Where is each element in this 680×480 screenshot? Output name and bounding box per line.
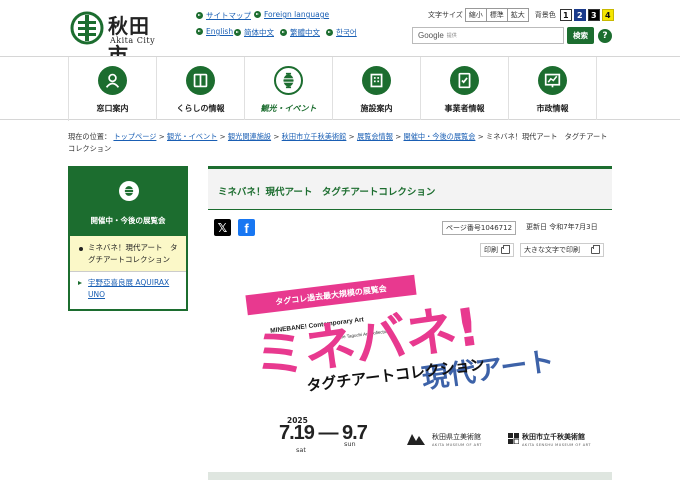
content-bottom-bar: [208, 472, 612, 480]
nav-label: くらしの情報: [176, 104, 225, 113]
breadcrumb-separator: >: [346, 132, 357, 141]
bg-color-3-button[interactable]: 3: [587, 9, 600, 21]
breadcrumb-separator: >: [217, 132, 228, 141]
akita-museum-logo-icon: [407, 434, 425, 445]
akita-city-logo[interactable]: 秋田市 Akita City: [70, 10, 170, 67]
nav-item-living[interactable]: くらしの情報: [157, 57, 245, 120]
lantern-icon: [119, 181, 139, 201]
lantern-icon: [274, 66, 303, 95]
museum2-name: 秋田市立千秋美術館: [522, 433, 585, 441]
font-size-standard-button[interactable]: 標準: [485, 8, 508, 22]
page-title-box: ミネバネ！現代アート タグチアートコレクション: [208, 166, 612, 210]
nav-label: 施設案内: [360, 104, 393, 113]
logo-subtitle: Akita City: [110, 36, 156, 45]
breadcrumb-link-exhibitions[interactable]: 展覧会情報: [357, 132, 393, 141]
nav-label: 観光・イベント: [260, 104, 317, 113]
breadcrumb-separator: >: [392, 132, 404, 141]
traditional-chinese-label: 繁體中文: [290, 28, 320, 37]
font-size-large-button[interactable]: 拡大: [506, 8, 529, 22]
breadcrumb-link-tourism[interactable]: 観光・イベント: [167, 132, 217, 141]
provided-label: 提供: [446, 33, 457, 39]
city-emblem-icon: [70, 11, 104, 45]
page-number: ページ番号1046712: [442, 221, 517, 235]
nav-item-facilities[interactable]: 施設案内: [333, 57, 421, 120]
help-icon[interactable]: ?: [598, 29, 612, 43]
nav-item-business[interactable]: 事業者情報: [421, 57, 509, 120]
sidebar-title: 開催中・今後の展覧会: [90, 216, 166, 225]
arrow-icon: [254, 11, 261, 18]
arrow-icon: [234, 29, 241, 36]
print-large-button[interactable]: 大きな文字で印刷: [520, 243, 604, 257]
foreign-language-link[interactable]: Foreign language: [254, 10, 329, 19]
simplified-chinese-label: 简体中文: [244, 28, 274, 37]
nav-item-counter[interactable]: 窓口案内: [69, 57, 157, 120]
breadcrumb-prefix: 現在の位置：: [68, 132, 112, 141]
page-title: ミネバネ！現代アート タグチアートコレクション: [218, 187, 436, 198]
print-button[interactable]: 印刷: [480, 243, 514, 257]
exhibition-poster: タグコレ過去最大規模の展覧会 MINEBANE! Contemporary Ar…: [216, 272, 616, 468]
building-icon: [362, 66, 391, 95]
breadcrumb-separator: >: [475, 132, 486, 141]
museum1-name: 秋田県立美術館: [432, 433, 481, 441]
breadcrumb-separator: >: [156, 132, 168, 141]
sidebar-item-current: ミネバネ！現代アート タグチアートコレクション: [70, 236, 186, 272]
sidebar: 開催中・今後の展覧会 ミネバネ！現代アート タグチアートコレクション 宇野亞喜良…: [68, 166, 188, 311]
printer-icon: [501, 245, 510, 254]
breadcrumb-link-museum[interactable]: 秋田市立千秋美術館: [282, 132, 347, 141]
english-label: English: [206, 27, 234, 36]
museum1-en-name: AKITA MUSEUM OF ART: [432, 443, 482, 447]
nav-label: 市政情報: [536, 104, 569, 113]
updated-date: 更新日 令和7年7月3日: [526, 223, 598, 231]
x-share-icon[interactable]: 𝕏: [214, 219, 231, 236]
arrow-icon: [196, 28, 203, 35]
person-icon: [98, 66, 127, 95]
museum2-en-name: AKITA SENSHU MUSEUM OF ART: [522, 443, 591, 447]
sidebar-header: 開催中・今後の展覧会: [70, 168, 186, 236]
poster-end-day: sun: [344, 440, 356, 448]
breadcrumb-separator: >: [271, 132, 282, 141]
breadcrumb-link-facilities[interactable]: 観光関連施設: [228, 132, 271, 141]
google-label: Google: [418, 31, 444, 40]
breadcrumb: 現在の位置： トップページ > 観光・イベント > 観光関連施設 > 秋田市立千…: [68, 131, 612, 155]
bg-color-1-button[interactable]: 1: [559, 9, 572, 21]
search-input[interactable]: Google 提供: [412, 27, 564, 44]
nav-item-tourism[interactable]: 観光・イベント: [245, 57, 333, 120]
nav-label: 窓口案内: [96, 104, 129, 113]
background-color-label: 背景色: [534, 11, 556, 19]
font-size-label: 文字サイズ: [428, 11, 463, 19]
global-nav: 窓口案内 くらしの情報 観光・イベント 施設案内 事業者情報 市政情報: [0, 56, 680, 121]
traditional-chinese-link[interactable]: 繁體中文: [280, 27, 320, 38]
chart-icon: [538, 66, 567, 95]
search-button[interactable]: 検索: [567, 27, 594, 44]
bg-color-2-button[interactable]: 2: [573, 9, 586, 21]
sidebar-item-uno[interactable]: 宇野亞喜良展 AQUIRAX UNO: [70, 272, 186, 309]
header-links: サイトマップ Foreign language English 简体中文 繁體中…: [196, 10, 396, 42]
print-label: 印刷: [484, 246, 498, 254]
breadcrumb-link-current-upcoming[interactable]: 開催中・今後の展覧会: [404, 132, 476, 141]
korean-link[interactable]: 한국어: [326, 27, 357, 38]
facebook-share-icon[interactable]: f: [238, 219, 255, 236]
nav-item-administration[interactable]: 市政情報: [509, 57, 597, 120]
foreign-language-label: Foreign language: [264, 10, 330, 19]
site-header: 秋田市 Akita City サイトマップ Foreign language E…: [0, 0, 680, 67]
senshu-museum-logo-icon: [508, 433, 519, 444]
document-icon: [450, 66, 479, 95]
simplified-chinese-link[interactable]: 简体中文: [234, 27, 274, 38]
arrow-icon: [196, 12, 203, 19]
printer-icon: [591, 245, 600, 254]
font-size-small-button[interactable]: 縮小: [464, 8, 487, 22]
breadcrumb-link-top[interactable]: トップページ: [113, 132, 156, 141]
accessibility-tools: 文字サイズ 縮小 標準 拡大 背景色 1 2 3 4: [428, 8, 616, 22]
sitemap-label: サイトマップ: [206, 11, 251, 20]
print-large-label: 大きな文字で印刷: [524, 246, 580, 254]
arrow-icon: [326, 29, 333, 36]
bg-color-4-button[interactable]: 4: [601, 9, 614, 21]
book-icon: [186, 66, 215, 95]
poster-start-day: sat: [296, 446, 306, 454]
sitemap-link[interactable]: サイトマップ: [196, 10, 251, 21]
english-link[interactable]: English: [196, 27, 233, 36]
arrow-icon: [280, 29, 287, 36]
korean-label: 한국어: [336, 28, 357, 37]
nav-label: 事業者情報: [444, 104, 485, 113]
